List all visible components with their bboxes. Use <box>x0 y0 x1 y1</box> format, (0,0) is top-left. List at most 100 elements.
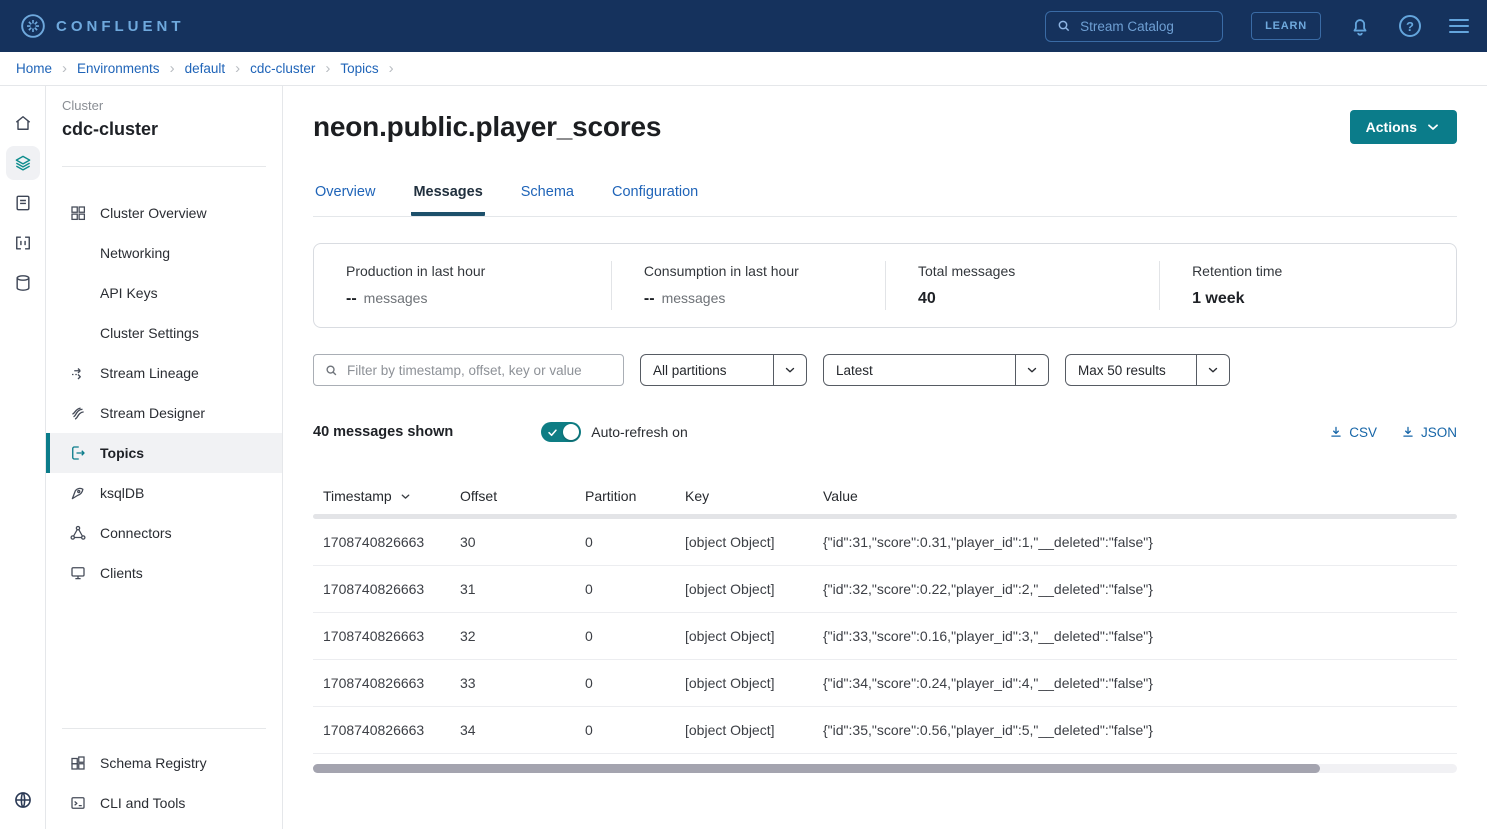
sidebar-item-clients[interactable]: Clients <box>46 553 282 593</box>
cell-partition: 0 <box>585 675 685 691</box>
terminal-icon <box>68 794 88 812</box>
table-row[interactable]: 1708740826663 34 0 [object Object] {"id"… <box>313 707 1457 754</box>
sidebar-item-connectors[interactable]: Connectors <box>46 513 282 553</box>
actions-button[interactable]: Actions <box>1350 110 1457 144</box>
stat-retention-time: Retention time 1 week <box>1159 261 1456 310</box>
sidebar-item-label: Topics <box>100 445 144 461</box>
partition-select[interactable]: All partitions <box>640 354 807 386</box>
stream-designer-icon <box>68 404 88 422</box>
offset-select[interactable]: Latest <box>823 354 1049 386</box>
result-limit-select[interactable]: Max 50 results <box>1065 354 1230 386</box>
stream-catalog-input[interactable] <box>1080 19 1200 34</box>
sidebar-item-label: Schema Registry <box>100 755 207 771</box>
download-icon <box>1401 425 1415 439</box>
column-header-timestamp[interactable]: Timestamp <box>323 488 460 504</box>
breadcrumb-environments[interactable]: Environments <box>77 61 160 76</box>
cell-key: [object Object] <box>685 581 823 597</box>
sidebar-item-stream-designer[interactable]: Stream Designer <box>46 393 282 433</box>
cluster-name: cdc-cluster <box>46 119 282 140</box>
cell-offset: 34 <box>460 722 585 738</box>
cell-offset: 32 <box>460 628 585 644</box>
breadcrumb-topics[interactable]: Topics <box>340 61 378 76</box>
chevron-down-icon <box>1196 355 1229 385</box>
icon-rail <box>0 86 46 829</box>
cell-timestamp: 1708740826663 <box>323 628 460 644</box>
breadcrumb-cluster[interactable]: cdc-cluster <box>250 61 315 76</box>
horizontal-scrollbar-thumb[interactable] <box>313 764 1320 773</box>
topic-tabs: Overview Messages Schema Configuration <box>313 184 1457 217</box>
download-icon <box>1329 425 1343 439</box>
tab-messages[interactable]: Messages <box>411 184 484 216</box>
learn-button[interactable]: LEARN <box>1251 12 1321 40</box>
cell-value: {"id":32,"score":0.22,"player_id":2,"__d… <box>823 581 1447 597</box>
sidebar-item-cluster-settings[interactable]: Cluster Settings <box>46 313 282 353</box>
tab-configuration[interactable]: Configuration <box>610 184 700 216</box>
database-icon[interactable] <box>6 266 40 300</box>
cell-partition: 0 <box>585 581 685 597</box>
cell-timestamp: 1708740826663 <box>323 534 460 550</box>
check-icon <box>547 427 558 438</box>
table-row[interactable]: 1708740826663 32 0 [object Object] {"id"… <box>313 613 1457 660</box>
environments-icon[interactable] <box>6 146 40 180</box>
sidebar-item-cluster-overview[interactable]: Cluster Overview <box>46 193 282 233</box>
sidebar-item-label: Stream Designer <box>100 405 205 421</box>
sidebar-item-networking[interactable]: Networking <box>46 233 282 273</box>
tab-overview[interactable]: Overview <box>313 184 377 216</box>
message-filter-search[interactable] <box>313 354 624 386</box>
sidebar-item-ksqldb[interactable]: ksqlDB <box>46 473 282 513</box>
download-csv-link[interactable]: CSV <box>1329 425 1377 440</box>
auto-refresh-toggle[interactable] <box>541 422 581 442</box>
cell-value: {"id":34,"score":0.24,"player_id":4,"__d… <box>823 675 1447 691</box>
stat-production: Production in last hour -- messages <box>314 261 611 310</box>
cell-partition: 0 <box>585 722 685 738</box>
sidebar-item-topics[interactable]: Topics <box>46 433 282 473</box>
column-header-offset: Offset <box>460 488 585 504</box>
message-filter-input[interactable] <box>347 363 613 378</box>
cell-partition: 0 <box>585 628 685 644</box>
stat-value: -- <box>346 290 357 308</box>
sidebar-item-stream-lineage[interactable]: Stream Lineage <box>46 353 282 393</box>
sidebar-item-schema-registry[interactable]: Schema Registry <box>46 743 282 783</box>
globe-icon[interactable] <box>6 783 40 817</box>
confluent-logo-icon <box>20 13 46 39</box>
breadcrumb-home[interactable]: Home <box>16 61 52 76</box>
stat-unit: messages <box>364 290 428 306</box>
cell-value: {"id":35,"score":0.56,"player_id":5,"__d… <box>823 722 1447 738</box>
topics-icon <box>68 444 88 462</box>
column-header-key: Key <box>685 488 823 504</box>
cell-key: [object Object] <box>685 675 823 691</box>
home-icon[interactable] <box>6 106 40 140</box>
confluent-logo[interactable]: CONFLUENT <box>20 13 185 39</box>
sidebar-item-label: API Keys <box>100 285 158 301</box>
cell-timestamp: 1708740826663 <box>323 581 460 597</box>
sidebar-item-cli-and-tools[interactable]: CLI and Tools <box>46 783 282 823</box>
data-portal-icon[interactable] <box>6 186 40 220</box>
breadcrumb-default[interactable]: default <box>185 61 226 76</box>
notifications-bell-icon[interactable] <box>1349 15 1371 37</box>
flink-icon[interactable] <box>6 226 40 260</box>
table-row[interactable]: 1708740826663 33 0 [object Object] {"id"… <box>313 660 1457 707</box>
sidebar-menu: Cluster Overview Networking API Keys Clu… <box>46 193 282 593</box>
download-json-link[interactable]: JSON <box>1401 425 1457 440</box>
sidebar-item-label: Clients <box>100 565 143 581</box>
tab-schema[interactable]: Schema <box>519 184 576 216</box>
sort-chevron-down-icon <box>399 490 412 503</box>
sidebar-item-label: Connectors <box>100 525 172 541</box>
cell-offset: 31 <box>460 581 585 597</box>
stream-catalog-search[interactable] <box>1045 11 1223 42</box>
breadcrumb-separator-icon: › <box>389 61 394 76</box>
sidebar-item-api-keys[interactable]: API Keys <box>46 273 282 313</box>
breadcrumb-separator-icon: › <box>170 61 175 76</box>
table-row[interactable]: 1708740826663 31 0 [object Object] {"id"… <box>313 566 1457 613</box>
brand-name: CONFLUENT <box>56 18 185 35</box>
messages-shown-count: 40 messages shown <box>313 424 453 440</box>
cell-timestamp: 1708740826663 <box>323 722 460 738</box>
table-row[interactable]: 1708740826663 30 0 [object Object] {"id"… <box>313 519 1457 566</box>
cell-offset: 33 <box>460 675 585 691</box>
breadcrumb-separator-icon: › <box>235 61 240 76</box>
menu-hamburger-icon[interactable] <box>1449 19 1469 33</box>
breadcrumb-separator-icon: › <box>62 61 67 76</box>
sidebar-footer: Schema Registry CLI and Tools <box>46 728 282 829</box>
topic-stats-card: Production in last hour -- messages Cons… <box>313 243 1457 328</box>
help-icon[interactable]: ? <box>1399 15 1421 37</box>
